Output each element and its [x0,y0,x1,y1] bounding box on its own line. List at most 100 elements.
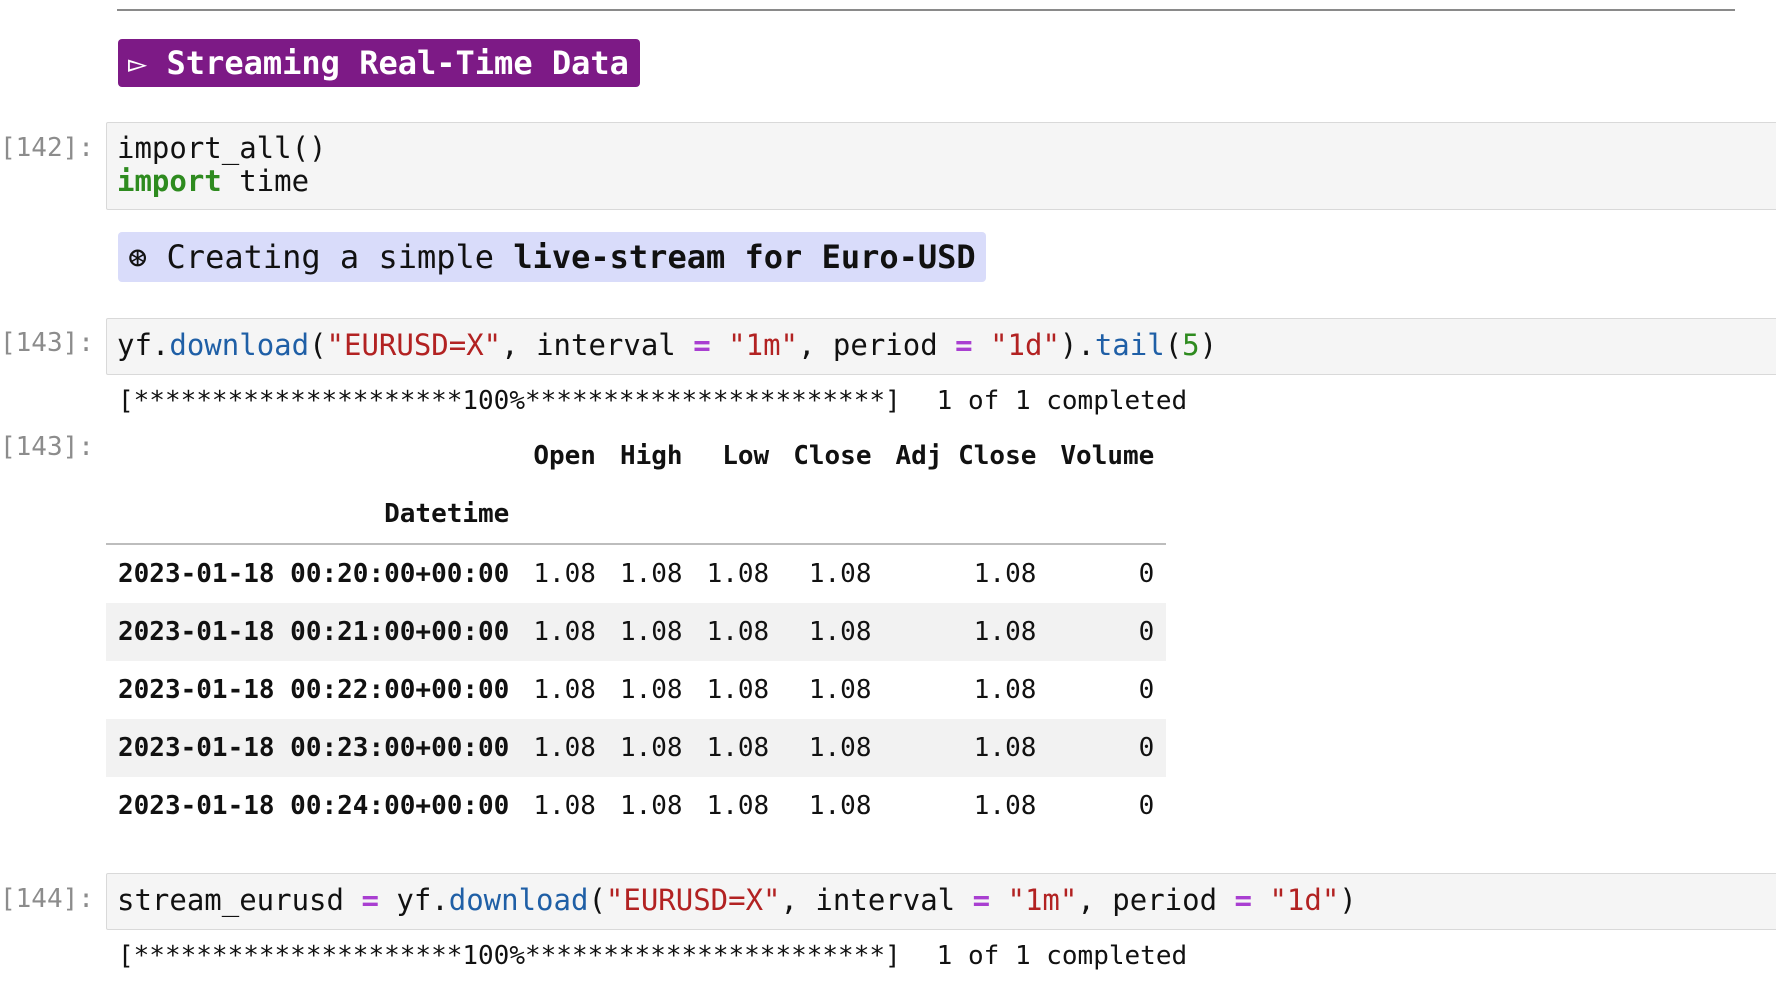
column-header: Low [722,441,770,471]
table-cell: 1.08 [808,559,872,589]
cell-143-prompt: [143]: [0,328,94,358]
table-cell: 1.08 [706,791,770,821]
section-heading-streaming: ▻ Streaming Real-Time Data [118,39,640,87]
blank-header [1048,485,1167,545]
table-cell: 1.08 [619,791,683,821]
row-index: 2023-01-18 00:20:00+00:00 [118,559,510,589]
table-cell: 1.08 [706,733,770,763]
code-text: , period [798,328,956,362]
code-text: ). [1059,328,1095,362]
blank-header [607,485,695,545]
table-cell: 1.08 [533,617,596,647]
code-text: , interval [780,883,973,917]
string-literal: "1m" [1007,883,1078,917]
table-row: 2023-01-18 00:20:00+00:00 1.08 1.08 1.08… [106,544,1166,603]
table-cell: 1.08 [619,675,683,705]
code-text: ( [588,883,606,917]
code-text: ( [1164,328,1183,362]
subheading-bold-text: live-stream for Euro-USD [513,238,976,276]
function-name: download [169,328,310,362]
table-cell: 0 [1138,675,1155,705]
code-text: , interval [501,328,694,362]
table-cell: 1.08 [533,675,596,705]
code-text: stream_eurusd [117,883,362,917]
progress-status: 1 of 1 completed [936,941,1188,971]
cell-142-prompt: [142]: [0,133,94,163]
table-cell: 1.08 [973,559,1037,589]
progress-bar-text: [*********************100%**************… [118,386,901,416]
column-header: Volume [1060,441,1155,471]
section-heading-text: Streaming Real-Time Data [166,44,629,82]
horizontal-rule [117,9,1735,11]
code-line-1: import_all() [117,131,327,165]
blank-header [106,427,521,485]
code-text: time [221,164,310,198]
table-cell: 1.08 [533,559,596,589]
table-cell: 1.08 [808,791,872,821]
table-row: 2023-01-18 00:21:00+00:00 1.08 1.08 1.08… [106,603,1167,661]
table-row: 2023-01-18 00:23:00+00:00 1.08 1.08 1.08… [106,719,1167,777]
table-cell: 1.08 [808,733,872,763]
table-cell: 1.08 [973,675,1037,705]
table-cell: 1.08 [619,733,683,763]
stdout-progress-144: [*********************100%**************… [118,941,1187,971]
code-cell-142[interactable]: import_all() import time [106,122,1776,210]
blank-header [781,485,884,545]
row-index: 2023-01-18 00:24:00+00:00 [118,791,510,821]
string-literal: "EURUSD=X" [605,883,781,917]
progress-bar-text: [*********************100%**************… [118,941,901,971]
table-cell: 1.08 [619,617,683,647]
table-cell: 1.08 [808,675,872,705]
table-cell: 1.08 [533,791,596,821]
code-line-2: import time [117,164,309,198]
string-literal: "EURUSD=X" [326,328,502,362]
table-cell: 1.08 [808,617,872,647]
operator: = [361,883,379,917]
table-cell: 1.08 [706,559,770,589]
column-header: High [619,441,683,471]
row-index: 2023-01-18 00:21:00+00:00 [118,617,510,647]
table-cell: 1.08 [706,675,770,705]
table-row: 2023-01-18 00:22:00+00:00 1.08 1.08 1.08… [106,661,1166,719]
code-text: import_all() [117,131,327,165]
code-text: ( [309,328,327,362]
table-cell: 1.08 [533,733,596,763]
index-name: Datetime [106,485,522,545]
blank-header [521,485,608,545]
table-cell: 0 [1138,791,1155,821]
table-cell: 1.08 [973,617,1037,647]
table-cell: 1.08 [706,617,770,647]
code-text: , period [1077,883,1235,917]
column-header-row: Open High Low Close Adj Close Volume [106,427,1166,485]
string-literal: "1d" [990,328,1060,362]
code-text: yf. [378,883,449,917]
table-row: 2023-01-18 00:24:00+00:00 1.08 1.08 1.08… [106,777,1166,835]
cell-143-output-prompt: [143]: [0,432,94,462]
string-literal: "1m" [728,328,798,362]
subheading-text: Creating a simple [147,238,514,276]
circled-asterisk-icon: ⊛ [128,238,148,276]
table-cell: 1.08 [973,791,1037,821]
table-cell: 1.08 [619,559,683,589]
code-line-1: stream_eurusd = yf.download("EURUSD=X", … [117,883,1357,917]
index-name-row: Datetime [106,485,1167,545]
code-cell-143[interactable]: yf.download("EURUSD=X", interval = "1m",… [106,318,1776,375]
table-cell: 0 [1138,733,1155,763]
code-text: ) [1339,883,1357,917]
code-cell-144[interactable]: stream_eurusd = yf.download("EURUSD=X", … [106,873,1776,930]
code-line-1: yf.download("EURUSD=X", interval = "1m",… [117,328,1217,362]
operator: = [1234,883,1252,917]
subheading-live-stream: ⊛ Creating a simple live-stream for Euro… [118,232,986,282]
table-cell: 0 [1138,617,1155,647]
number-literal: 5 [1182,328,1200,362]
play-outline-icon: ▻ [128,44,148,82]
code-text: yf. [117,328,170,362]
operator: = [972,883,991,917]
notebook-page: ▻ Streaming Real-Time Data [142]: import… [0,0,1776,984]
row-index: 2023-01-18 00:23:00+00:00 [118,733,510,763]
string-literal: "1d" [1269,883,1340,917]
dataframe-output: Open High Low Close Adj Close Volume Dat… [106,427,1167,835]
row-index: 2023-01-18 00:22:00+00:00 [118,675,510,705]
